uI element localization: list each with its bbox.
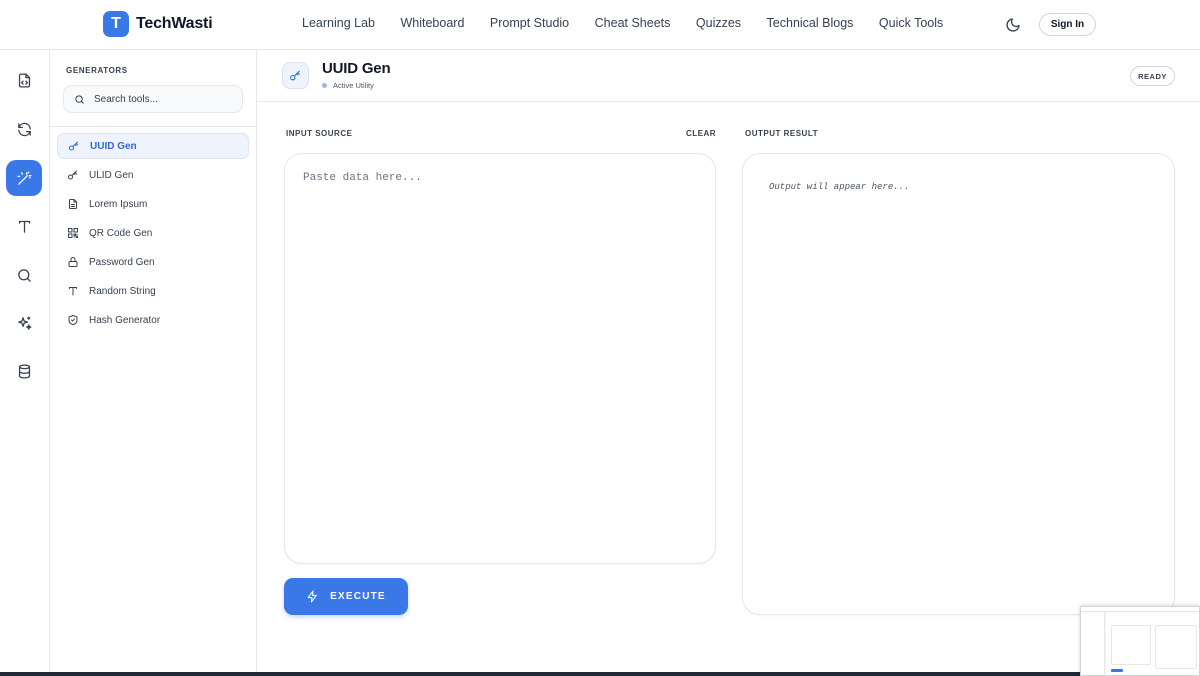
search-icon — [75, 94, 84, 104]
nav-learning-lab[interactable]: Learning Lab — [302, 16, 375, 30]
sidebar-item-ulid-gen[interactable]: ULID Gen — [57, 162, 249, 188]
shield-icon — [68, 315, 78, 325]
nav-prompt-studio[interactable]: Prompt Studio — [490, 16, 569, 30]
thumbnail-button — [1111, 669, 1123, 672]
type-icon — [69, 287, 77, 296]
search-icon[interactable] — [6, 257, 42, 293]
output-panel[interactable]: Output will appear here... — [742, 153, 1175, 615]
sidebar-item-label: QR Code Gen — [89, 227, 153, 239]
sidebar-divider — [50, 126, 256, 127]
output-placeholder: Output will appear here... — [769, 182, 910, 192]
qr-code-icon — [68, 228, 78, 238]
bottom-bar — [0, 672, 1200, 676]
input-source-label: INPUT SOURCE — [286, 129, 353, 138]
file-code-icon[interactable] — [6, 62, 42, 98]
input-panel — [284, 153, 716, 564]
sidebar-item-uuid-gen[interactable]: UUID Gen — [57, 133, 249, 159]
brand-name: TechWasti — [136, 15, 213, 32]
clear-button[interactable]: CLEAR — [686, 129, 716, 138]
lock-icon — [68, 257, 78, 267]
sidebar-item-random-string[interactable]: Random String — [57, 278, 249, 304]
sidebar-item-label: ULID Gen — [89, 169, 134, 181]
sidebar-item-label: UUID Gen — [90, 140, 137, 152]
nav-whiteboard[interactable]: Whiteboard — [400, 16, 464, 30]
document-icon — [69, 199, 77, 209]
sidebar-item-qr-code-gen[interactable]: QR Code Gen — [57, 220, 249, 246]
brand-logo[interactable]: T TechWasti — [103, 11, 213, 37]
thumbnail-output-box — [1155, 625, 1197, 669]
nav-cheat-sheets[interactable]: Cheat Sheets — [595, 16, 671, 30]
sidebar-item-label: Password Gen — [89, 256, 155, 268]
sidebar-item-label: Random String — [89, 285, 156, 297]
status-dot-icon — [322, 83, 327, 88]
lightning-icon — [307, 590, 318, 603]
sidebar-item-lorem-ipsum[interactable]: Lorem Ipsum — [57, 191, 249, 217]
thumbnail-sidebar — [1081, 612, 1105, 675]
key-icon — [69, 141, 78, 151]
sparkles-icon[interactable] — [6, 305, 42, 341]
thumbnail-input-box — [1111, 625, 1151, 665]
main-nav: Learning Lab Whiteboard Prompt Studio Ch… — [302, 16, 969, 30]
nav-quick-tools[interactable]: Quick Tools — [879, 16, 943, 30]
search-input[interactable] — [94, 93, 234, 105]
page-thumbnail — [1080, 606, 1200, 676]
logo-badge-icon: T — [103, 11, 129, 37]
sidebar-heading: GENERATORS — [66, 66, 128, 75]
sign-in-button[interactable]: Sign In — [1039, 13, 1096, 36]
refresh-icon[interactable] — [6, 111, 42, 147]
tools-sidebar: GENERATORS UUID Gen ULID Gen Lorem Ipsum… — [50, 50, 257, 676]
sidebar-item-password-gen[interactable]: Password Gen — [57, 249, 249, 275]
moon-icon[interactable] — [1005, 17, 1021, 33]
tool-header: UUID Gen Active Utility READY — [257, 50, 1200, 102]
icon-rail — [0, 50, 50, 676]
sidebar-item-label: Lorem Ipsum — [89, 198, 148, 210]
sidebar-item-hash-generator[interactable]: Hash Generator — [57, 307, 249, 333]
input-textarea[interactable] — [303, 172, 698, 542]
top-navigation-bar: T TechWasti Learning Lab Whiteboard Prom… — [0, 0, 1200, 50]
magic-wand-icon[interactable] — [6, 160, 42, 196]
status-badge: READY — [1130, 66, 1175, 86]
output-result-label: OUTPUT RESULT — [745, 129, 819, 138]
execute-button[interactable]: EXECUTE — [284, 578, 408, 615]
status-text: Active Utility — [333, 81, 374, 90]
database-icon[interactable] — [6, 353, 42, 389]
key-icon — [68, 170, 77, 180]
type-icon[interactable] — [6, 208, 42, 244]
nav-technical-blogs[interactable]: Technical Blogs — [767, 16, 854, 30]
execute-label: EXECUTE — [330, 591, 386, 602]
nav-quizzes[interactable]: Quizzes — [696, 16, 741, 30]
page-title: UUID Gen — [322, 60, 391, 77]
tool-status: Active Utility — [322, 81, 374, 90]
tool-search[interactable] — [63, 85, 243, 113]
sidebar-item-label: Hash Generator — [89, 314, 161, 326]
key-icon — [282, 62, 309, 89]
